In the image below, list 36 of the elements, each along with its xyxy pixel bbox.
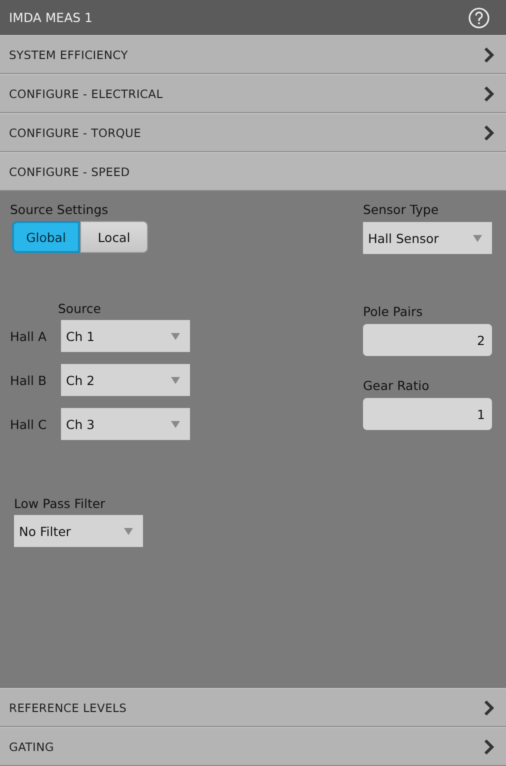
dropdown-arrow-icon [171, 332, 180, 340]
section-header[interactable]: CONFIGURE - TORQUE [0, 113, 506, 152]
dropdown[interactable]: Ch 3 [61, 408, 190, 440]
column-header: Source [58, 301, 102, 316]
chevron-right-icon [484, 124, 494, 140]
chevron-right-icon [484, 738, 494, 754]
dropdown[interactable]: Ch 2 [61, 364, 190, 396]
dropdown-arrow-icon [171, 420, 180, 428]
chevron-right-icon [484, 700, 494, 716]
field-label: Hall A [10, 328, 48, 344]
number-field[interactable]: 1 [363, 398, 492, 430]
dropdown[interactable]: Hall Sensor [363, 222, 492, 254]
field-label: Pole Pairs [363, 304, 424, 319]
section-header[interactable]: CONFIGURE - SPEED [0, 152, 506, 191]
field-label: Hall C [10, 416, 48, 432]
field-label: Source Settings [10, 202, 110, 217]
window-title: IMDA MEAS 1 [9, 10, 92, 25]
field-label: Hall B [10, 372, 48, 388]
section-header[interactable]: CONFIGURE - ELECTRICAL [0, 74, 506, 113]
dropdown-arrow-icon [124, 528, 133, 534]
dropdown-arrow-icon [171, 376, 180, 384]
number-field[interactable]: 2 [363, 324, 492, 356]
chevron-right-icon [484, 46, 494, 62]
section-header[interactable]: SYSTEM EFFICIENCY [0, 35, 506, 74]
help-icon[interactable] [468, 6, 490, 28]
section-header[interactable]: GATING [0, 727, 506, 766]
dropdown-arrow-icon [473, 234, 482, 242]
field-label: Gear Ratio [363, 378, 430, 393]
section-header[interactable]: REFERENCE LEVELS [0, 688, 506, 727]
segment-button[interactable]: Global [12, 221, 80, 253]
dropdown[interactable]: No Filter [14, 515, 143, 547]
chevron-right-icon [484, 86, 494, 102]
segment-button[interactable]: Local [80, 221, 148, 253]
field-label: Sensor Type [363, 202, 440, 217]
field-label: Low Pass Filter [14, 496, 106, 511]
dropdown[interactable]: Ch 1 [61, 320, 190, 352]
